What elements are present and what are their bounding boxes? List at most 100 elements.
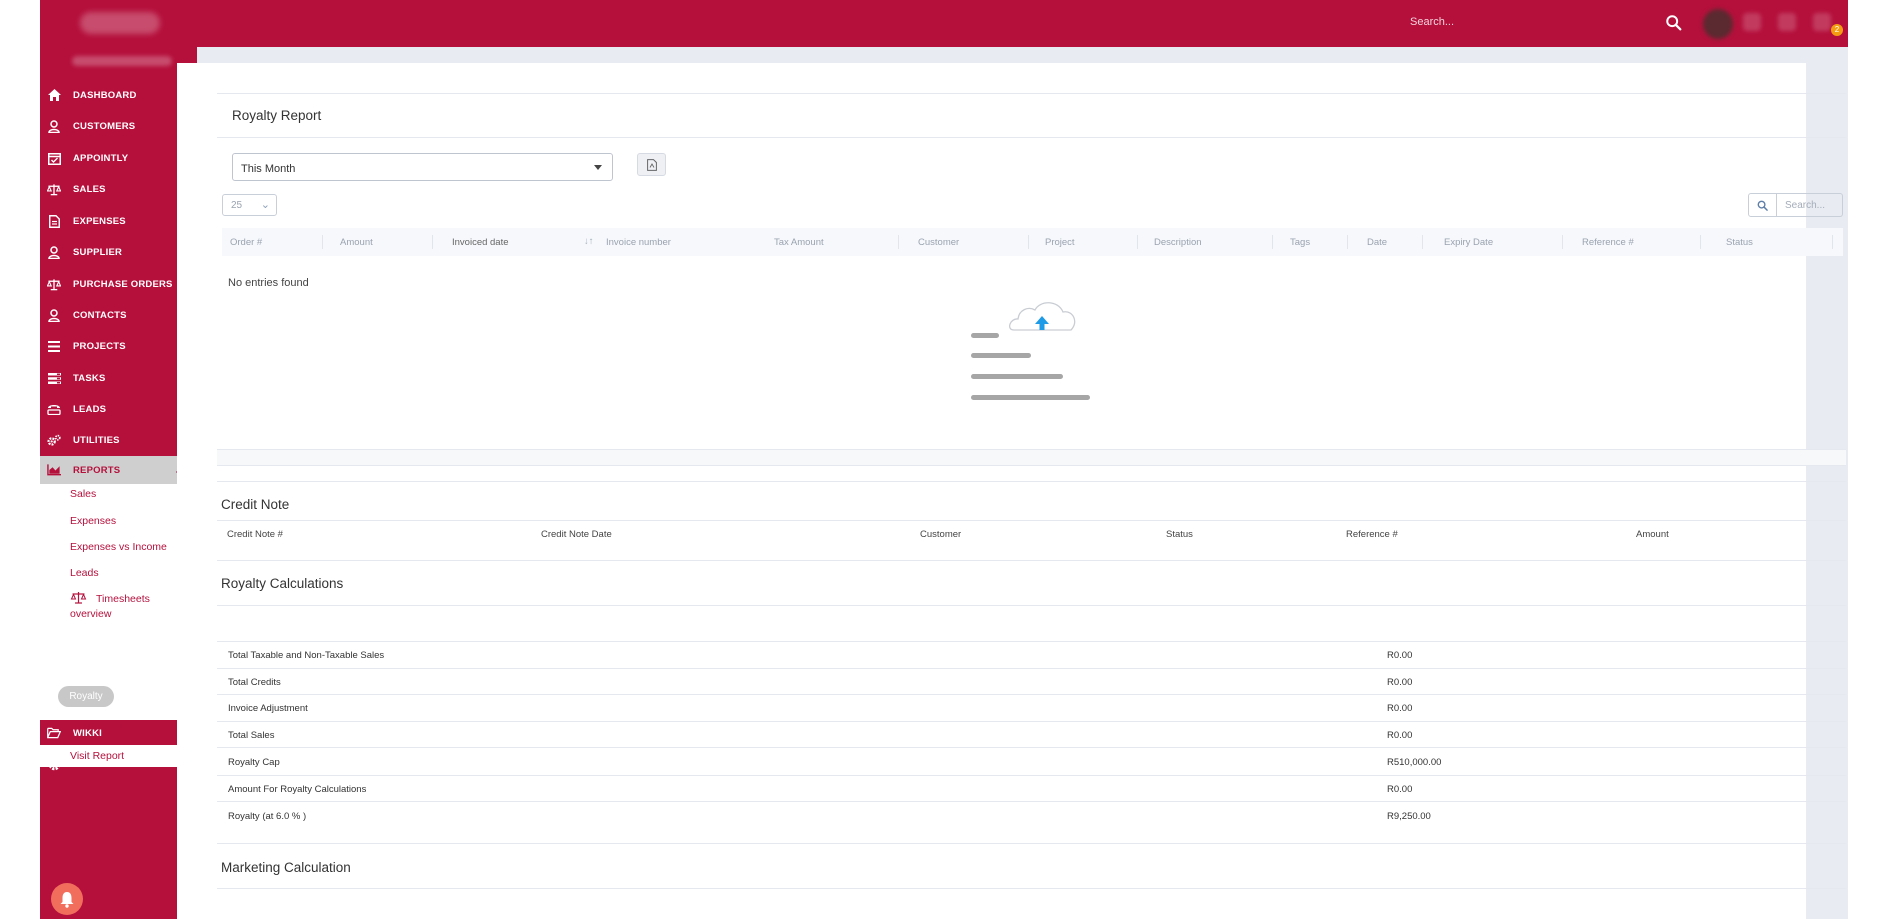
calc-row-label: Total Taxable and Non-Taxable Sales bbox=[228, 650, 385, 661]
column-header[interactable]: Amount bbox=[340, 237, 373, 248]
page-length-select[interactable]: 25 ⌄ bbox=[222, 194, 277, 216]
home-icon bbox=[47, 88, 61, 102]
balance-scale-icon bbox=[70, 592, 87, 604]
column-header[interactable]: Description bbox=[1154, 237, 1202, 248]
sidebar-item-label: WIKKI bbox=[73, 727, 102, 739]
divider bbox=[217, 641, 1846, 642]
empty-state-illustration bbox=[971, 302, 1090, 400]
reports-submenu: Sales Expenses Expenses vs Income Leads … bbox=[40, 484, 197, 732]
column-header[interactable]: Project bbox=[1045, 237, 1075, 248]
submenu-item-expenses-vs-income[interactable]: Expenses vs Income bbox=[70, 540, 167, 555]
column-header[interactable]: Reference # bbox=[1582, 237, 1634, 248]
balance-scale-icon bbox=[47, 182, 61, 196]
submenu-item-timesheets-overview[interactable]: Timesheets overview bbox=[70, 592, 180, 622]
credit-note-title: Credit Note bbox=[221, 497, 290, 512]
calc-row-value: R510,000.00 bbox=[1387, 757, 1442, 768]
timer-icon[interactable] bbox=[1778, 13, 1796, 31]
bell-icon bbox=[60, 891, 74, 908]
divider bbox=[217, 137, 1846, 138]
column-header-sorted[interactable]: Invoiced date bbox=[452, 237, 509, 248]
column-header[interactable]: Tags bbox=[1290, 237, 1310, 248]
sidebar-item-wikki[interactable]: WIKKI bbox=[40, 719, 197, 747]
sidebar-item-utilities[interactable]: UTILITIES ‹ bbox=[40, 426, 197, 454]
sidebar-item-dashboard[interactable]: DASHBOARD bbox=[40, 81, 197, 109]
company-logo[interactable] bbox=[80, 12, 160, 34]
sidebar: DASHBOARD CUSTOMERS APPOINTLY ‹ SALES ‹ … bbox=[40, 47, 197, 919]
divider bbox=[217, 775, 1846, 776]
user-icon bbox=[47, 119, 61, 133]
table-search-input[interactable]: Search... bbox=[1777, 193, 1843, 217]
page-length-value: 25 bbox=[231, 200, 243, 211]
column-header[interactable]: Tax Amount bbox=[774, 237, 824, 248]
column-header[interactable]: Order # bbox=[230, 237, 262, 248]
shortcut-icon[interactable] bbox=[1743, 13, 1761, 31]
submenu-item-leads[interactable]: Leads bbox=[70, 566, 99, 581]
empty-table-message: No entries found bbox=[228, 277, 309, 289]
credit-note-column-header[interactable]: Status bbox=[1166, 529, 1193, 540]
sidebar-item-sales[interactable]: SALES ‹ bbox=[40, 175, 197, 203]
sidebar-item-label: DASHBOARD bbox=[73, 89, 137, 101]
column-divider bbox=[1137, 235, 1138, 249]
sidebar-item-label: EXPENSES bbox=[73, 215, 126, 227]
column-header[interactable]: Status bbox=[1726, 237, 1753, 248]
column-header[interactable]: Invoice number bbox=[606, 237, 671, 248]
calc-row-value: R0.00 bbox=[1387, 784, 1413, 795]
divider bbox=[217, 481, 1846, 482]
sidebar-user-info bbox=[72, 56, 172, 66]
global-search-input[interactable]: Search... bbox=[1410, 16, 1454, 28]
user-avatar[interactable] bbox=[1703, 9, 1733, 39]
sidebar-item-projects[interactable]: PROJECTS bbox=[40, 332, 197, 360]
sidebar-item-label: REPORTS bbox=[73, 464, 121, 476]
balance-scale-icon bbox=[47, 277, 61, 291]
sidebar-item-leads[interactable]: LEADS bbox=[40, 395, 197, 423]
export-pdf-button[interactable] bbox=[637, 153, 666, 176]
sort-icon[interactable]: ↓↑ bbox=[584, 236, 594, 247]
notification-bell-icon[interactable] bbox=[1813, 13, 1831, 31]
sidebar-item-label: SUPPLIER bbox=[73, 246, 123, 258]
sidebar-item-label: SETUP bbox=[73, 758, 106, 770]
sidebar-item-label: SALES bbox=[73, 183, 106, 195]
credit-note-column-header[interactable]: Amount bbox=[1636, 529, 1669, 540]
table-search-button[interactable] bbox=[1748, 193, 1777, 217]
sidebar-item-appointly[interactable]: APPOINTLY ‹ bbox=[40, 144, 197, 172]
royalty-table-header: Order # Amount Invoiced date ↓↑ Invoice … bbox=[222, 228, 1843, 256]
file-text-icon bbox=[47, 214, 61, 228]
sidebar-item-tasks[interactable]: TASKS bbox=[40, 364, 197, 392]
sidebar-item-customers[interactable]: CUSTOMERS bbox=[40, 112, 197, 140]
divider bbox=[217, 747, 1846, 748]
submenu-item-royalty[interactable]: Royalty bbox=[58, 686, 114, 707]
user-icon bbox=[47, 308, 61, 322]
divider bbox=[217, 668, 1846, 669]
main-content-panel bbox=[177, 63, 1806, 919]
calc-row-label: Total Sales bbox=[228, 730, 275, 741]
credit-note-column-header[interactable]: Customer bbox=[920, 529, 961, 540]
column-header[interactable]: Customer bbox=[918, 237, 959, 248]
calendar-check-icon bbox=[47, 151, 61, 165]
sidebar-item-contacts[interactable]: CONTACTS bbox=[40, 301, 197, 329]
credit-note-column-header[interactable]: Credit Note # bbox=[227, 529, 283, 540]
search-icon[interactable] bbox=[1665, 14, 1683, 32]
column-header[interactable]: Expiry Date bbox=[1444, 237, 1493, 248]
credit-note-column-header[interactable]: Credit Note Date bbox=[541, 529, 612, 540]
period-select[interactable]: This Month bbox=[232, 153, 613, 181]
sidebar-item-purchase-orders[interactable]: PURCHASE ORDERS bbox=[40, 270, 197, 298]
column-header[interactable]: Date bbox=[1367, 237, 1387, 248]
divider bbox=[217, 465, 1846, 466]
sidebar-item-reports[interactable]: REPORTS ⌄ bbox=[40, 456, 197, 484]
column-divider bbox=[1272, 235, 1273, 249]
column-divider bbox=[1832, 235, 1833, 249]
notification-bell-button[interactable] bbox=[51, 883, 83, 915]
calc-row-value: R0.00 bbox=[1387, 650, 1413, 661]
submenu-item-sales[interactable]: Sales bbox=[70, 487, 96, 502]
period-select-value: This Month bbox=[241, 163, 296, 175]
notification-count-badge: 2 bbox=[1831, 24, 1843, 36]
sidebar-item-label: TASKS bbox=[73, 372, 106, 384]
sidebar-item-label: CONTACTS bbox=[73, 309, 127, 321]
sidebar-item-setup[interactable]: SETUP bbox=[40, 750, 197, 778]
sidebar-item-supplier[interactable]: SUPPLIER bbox=[40, 238, 197, 266]
credit-note-column-header[interactable]: Reference # bbox=[1346, 529, 1398, 540]
column-divider bbox=[1700, 235, 1701, 249]
divider bbox=[217, 801, 1846, 802]
submenu-item-expenses[interactable]: Expenses bbox=[70, 514, 116, 529]
sidebar-item-expenses[interactable]: EXPENSES bbox=[40, 207, 197, 235]
